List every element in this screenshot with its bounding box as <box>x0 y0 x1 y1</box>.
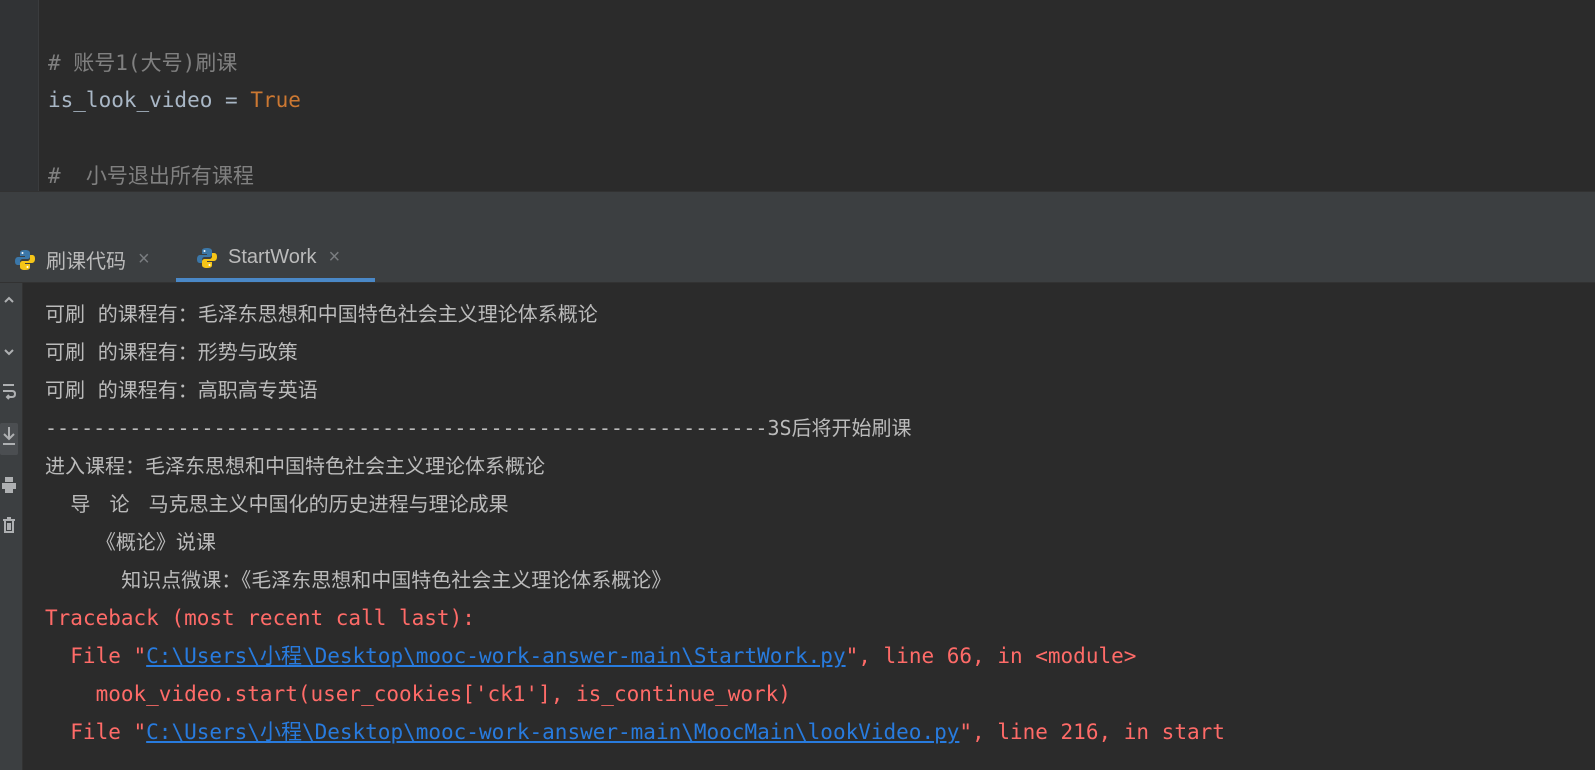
console-output-line: ----------------------------------------… <box>45 416 912 440</box>
code-editor[interactable]: # 账号1(大号)刷课 is_look_video = True # 小号退出所… <box>0 0 1595 191</box>
close-icon[interactable]: × <box>138 248 150 271</box>
arrow-down-icon[interactable] <box>0 343 18 364</box>
boolean-value: True <box>250 88 301 112</box>
print-icon[interactable] <box>0 475 18 500</box>
frame-prefix: File " <box>45 644 147 668</box>
editor-gutter <box>0 0 38 191</box>
frame-suffix: ", line 66, in <module> <box>845 644 1137 668</box>
variable-name: is_look_video <box>48 88 213 112</box>
traceback-code: mook_video.start(user_cookies['ck1'], is… <box>45 682 791 706</box>
arrow-up-icon[interactable] <box>0 291 18 312</box>
code-assignment-line: is_look_video = True <box>48 81 301 119</box>
run-tabbar: 刷课代码 × StartWork × <box>0 237 1595 283</box>
console-output-line: 可刷 的课程有：毛泽东思想和中国特色社会主义理论体系概论 <box>45 302 598 326</box>
tab-startwork[interactable]: StartWork × <box>176 237 375 282</box>
console-toolbar <box>0 283 23 770</box>
gutter-divider <box>38 0 39 191</box>
run-console[interactable]: 可刷 的课程有：毛泽东思想和中国特色社会主义理论体系概论 可刷 的课程有：形势与… <box>0 283 1595 770</box>
python-icon <box>196 247 218 269</box>
traceback-header: Traceback (most recent call last): <box>45 606 475 630</box>
console-output-line: 可刷 的课程有：高职高专英语 <box>45 378 318 402</box>
console-output-line: 进入课程：毛泽东思想和中国特色社会主义理论体系概论 <box>45 454 545 478</box>
panel-divider[interactable] <box>0 191 1595 238</box>
console-output-line: 知识点微课：《毛泽东思想和中国特色社会主义理论体系概论》 <box>45 568 672 592</box>
assign-operator: = <box>212 88 251 112</box>
console-output-line: 《概论》说课 <box>45 530 216 554</box>
traceback-frame: File "C:\Users\小程\Desktop\mooc-work-answ… <box>45 713 1225 751</box>
traceback-frame: File "C:\Users\小程\Desktop\mooc-work-answ… <box>45 637 1136 675</box>
console-output-line: 导 论 马克思主义中国化的历史进程与理论成果 <box>45 492 509 516</box>
frame-prefix: File " <box>45 720 147 744</box>
tab-shuake-code[interactable]: 刷课代码 × <box>14 237 150 282</box>
code-comment-line: # 小号退出所有课程 <box>48 164 254 188</box>
console-output-line: 可刷 的课程有：形势与政策 <box>45 340 298 364</box>
scroll-to-end-icon[interactable] <box>0 423 18 455</box>
trash-icon[interactable] <box>0 515 18 540</box>
close-icon[interactable]: × <box>329 246 341 269</box>
file-path-link[interactable]: C:\Users\小程\Desktop\mooc-work-answer-mai… <box>146 644 845 668</box>
python-icon <box>14 249 36 271</box>
soft-wrap-icon[interactable] <box>0 381 18 406</box>
code-comment-line: # 账号1(大号)刷课 <box>48 51 238 75</box>
tab-label: StartWork <box>228 246 317 268</box>
file-path-link[interactable]: C:\Users\小程\Desktop\mooc-work-answer-mai… <box>146 720 959 744</box>
frame-suffix: ", line 216, in start <box>959 720 1225 744</box>
tab-label: 刷课代码 <box>46 251 126 273</box>
